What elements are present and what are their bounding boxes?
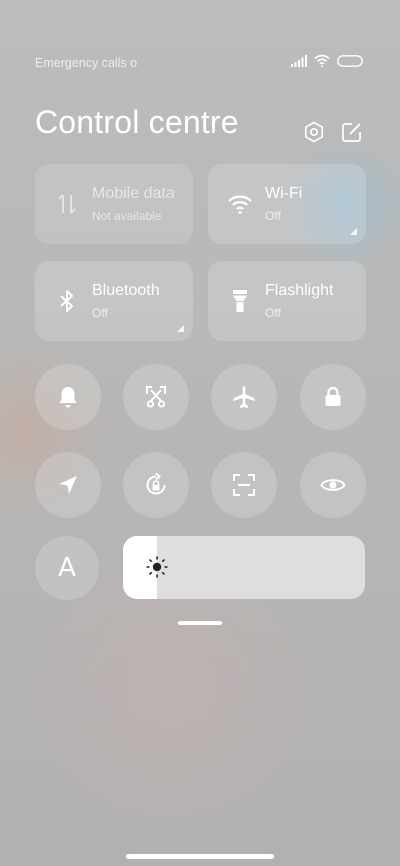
home-indicator[interactable] (126, 854, 274, 859)
bluetooth-icon (54, 288, 80, 314)
toggle-screenshot[interactable] (123, 364, 189, 430)
expand-corner-icon[interactable] (177, 325, 184, 332)
toggle-airplane-mode[interactable] (211, 364, 277, 430)
auto-brightness-button[interactable]: A (35, 536, 99, 600)
wifi-status-icon (314, 54, 330, 72)
rotation-lock-icon (146, 472, 166, 495)
settings-icon[interactable] (303, 121, 325, 143)
tile-label: Flashlight (265, 282, 334, 299)
signal-icon (291, 54, 307, 72)
tile-bluetooth[interactable]: Bluetooth Off (35, 261, 193, 341)
tile-status: Not available (92, 209, 162, 223)
tile-status: Off (265, 209, 281, 223)
tile-label: Wi-Fi (265, 185, 303, 202)
expand-corner-icon[interactable] (350, 228, 357, 235)
toggle-silent[interactable] (35, 364, 101, 430)
toggle-location[interactable] (35, 452, 101, 518)
tile-label: Mobile data (92, 185, 175, 202)
status-bar: Emergency calls o (0, 52, 400, 74)
bell-icon (59, 387, 77, 408)
tile-flashlight[interactable]: Flashlight Off (208, 261, 366, 341)
edit-icon[interactable] (341, 121, 363, 143)
tile-mobile-data[interactable]: Mobile data Not available (35, 164, 193, 244)
collapse-handle[interactable] (178, 621, 222, 625)
toggle-rotation-lock[interactable] (123, 452, 189, 518)
toggle-lock-screen[interactable] (300, 364, 366, 430)
tile-status: Off (92, 306, 108, 320)
carrier-status-text: Emergency calls o (35, 56, 138, 70)
toggle-scanner[interactable] (211, 452, 277, 518)
status-icons (291, 54, 363, 72)
scan-icon (233, 474, 255, 496)
tile-status: Off (265, 306, 281, 320)
tile-wifi[interactable]: Wi-Fi Off (208, 164, 366, 244)
page-title: Control centre (35, 104, 239, 140)
mobile-data-icon (54, 191, 80, 217)
auto-brightness-label: A (58, 553, 76, 583)
location-icon (59, 476, 77, 494)
lock-icon (325, 386, 341, 406)
tile-label: Bluetooth (92, 282, 160, 299)
sun-icon (145, 555, 169, 579)
airplane-icon (233, 386, 255, 408)
brightness-slider[interactable] (123, 536, 365, 599)
battery-icon (337, 54, 363, 72)
eye-icon (320, 479, 346, 491)
toggle-reading-mode[interactable] (300, 452, 366, 518)
wifi-icon (227, 191, 253, 217)
flashlight-icon (227, 288, 253, 314)
screenshot-scissors-icon (146, 386, 166, 408)
